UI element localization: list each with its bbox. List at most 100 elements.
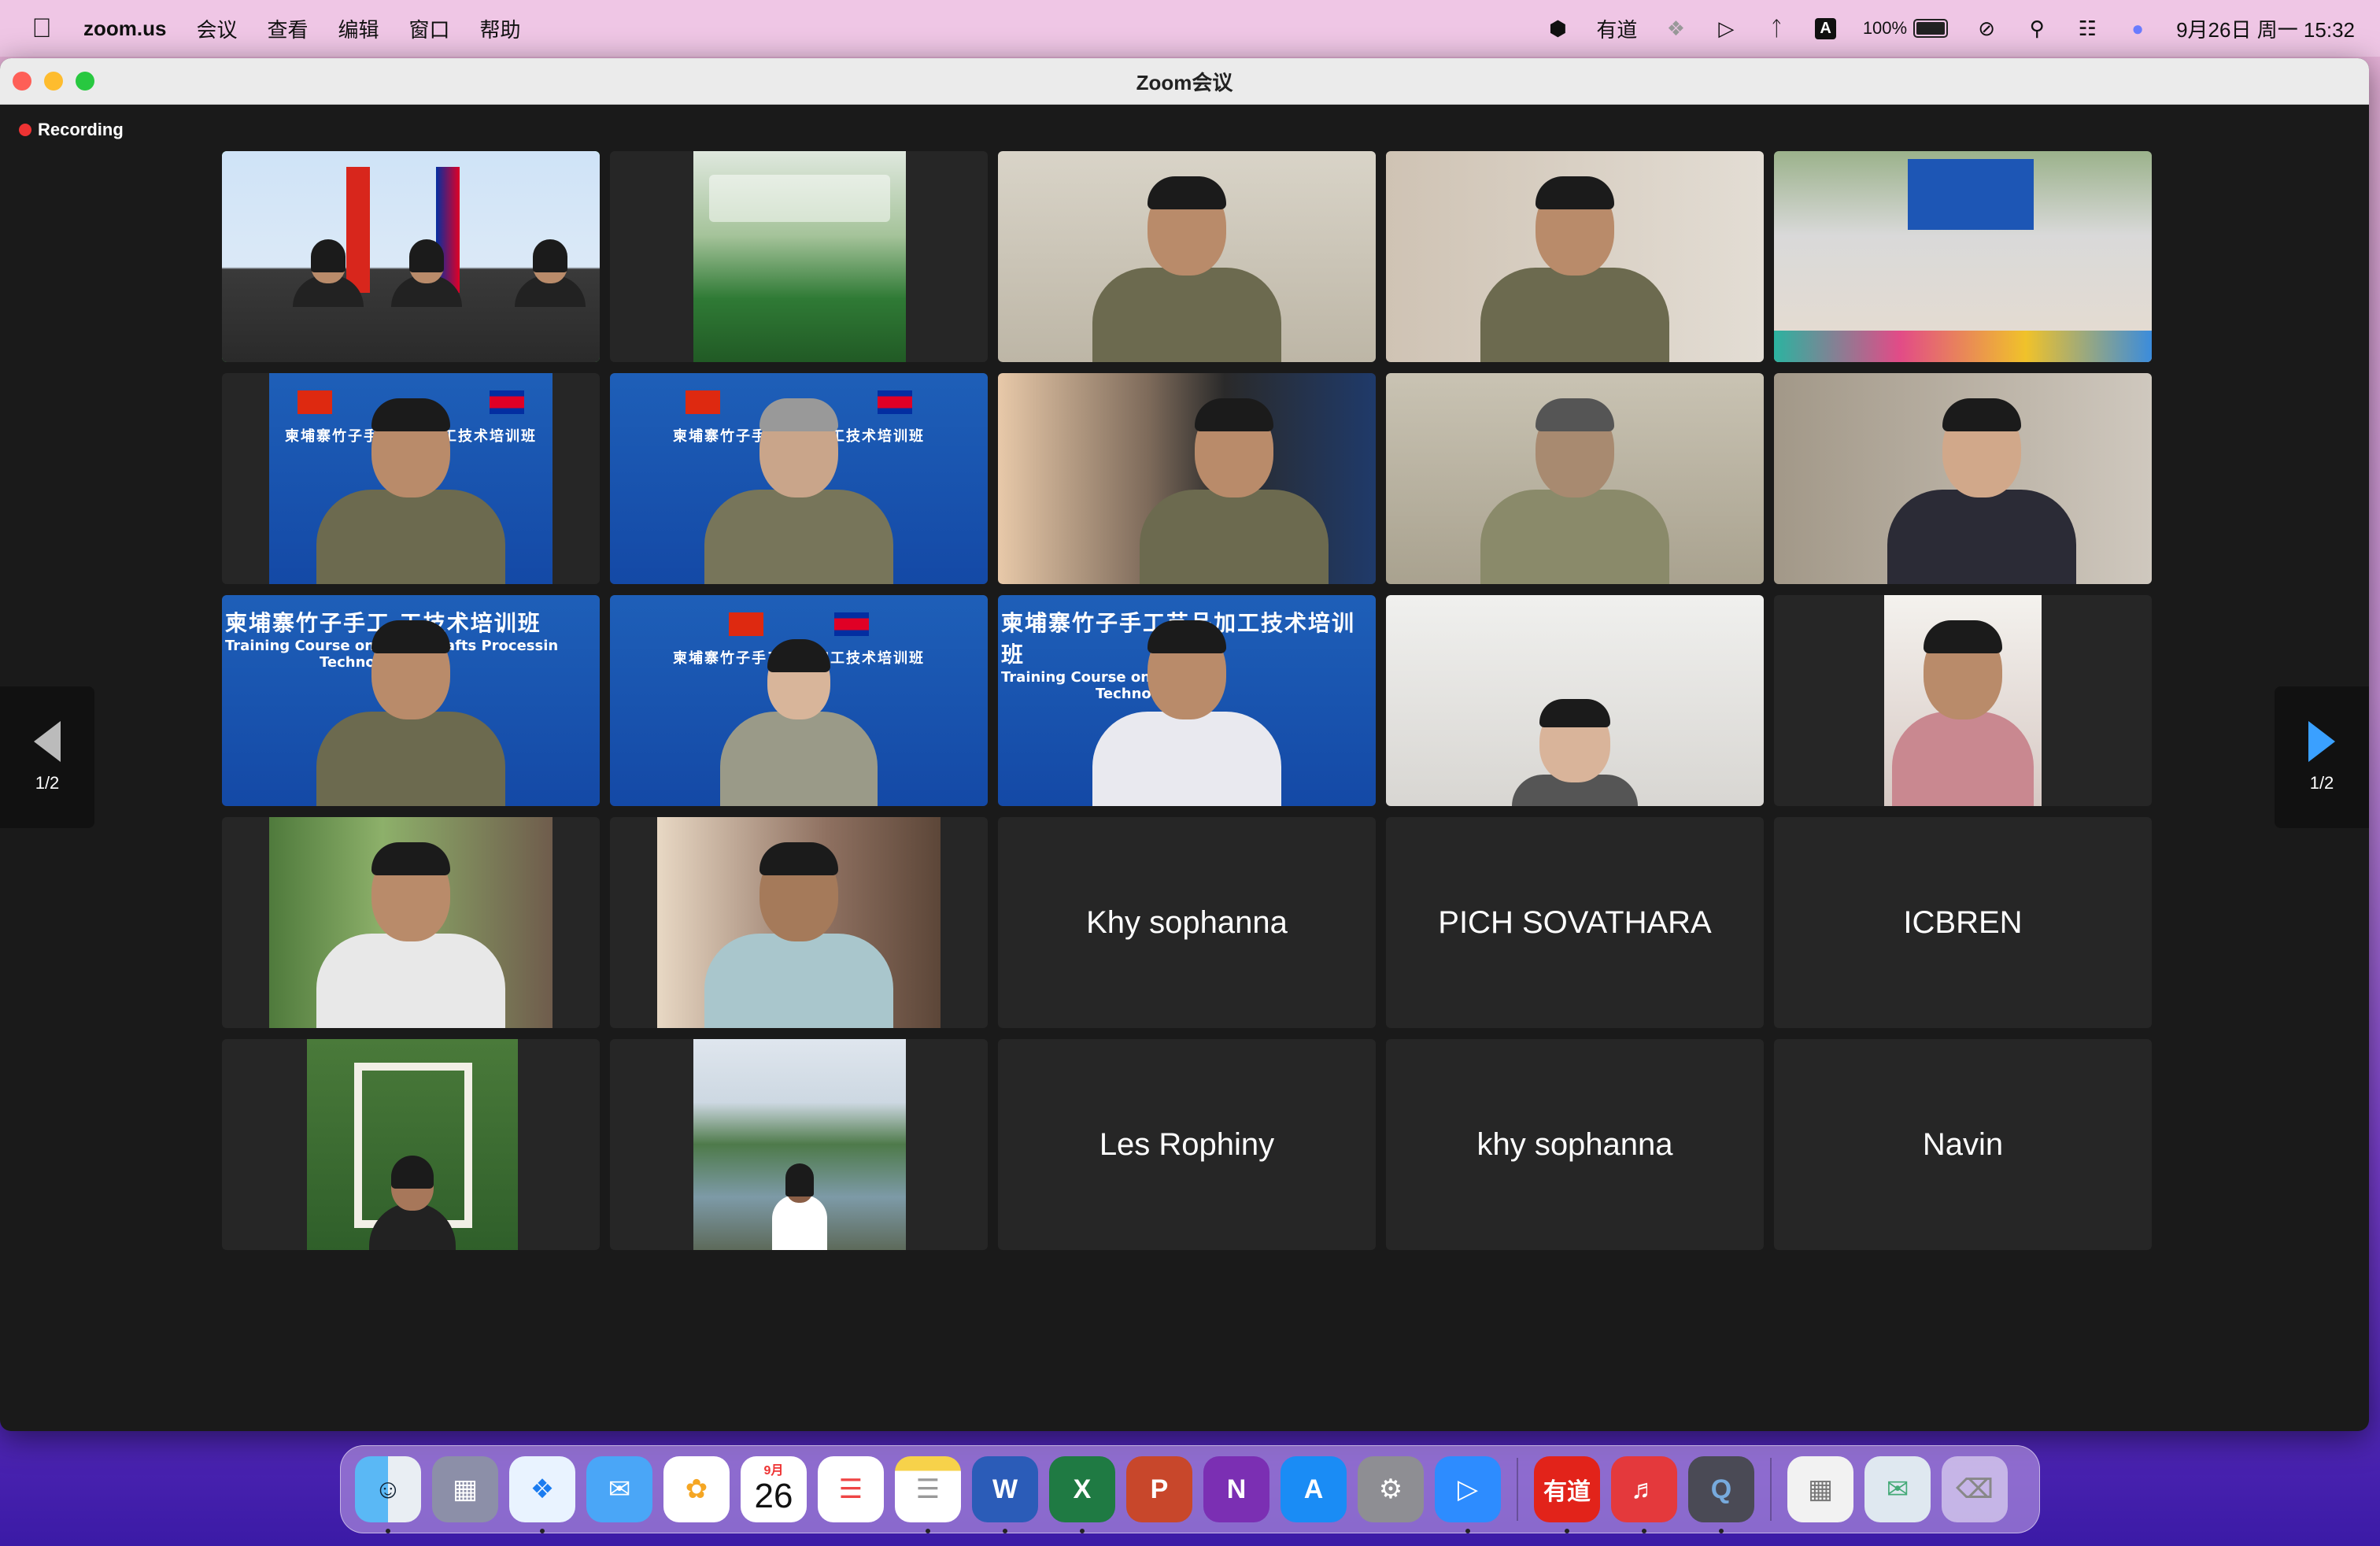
zoom-window-button[interactable] <box>76 72 94 91</box>
menu-meeting[interactable]: 会议 <box>196 14 237 43</box>
participant-tile[interactable]: 柬埔寨竹子手工艺品加工技术培训班 Training Course on Bamb… <box>998 595 1376 806</box>
participant-tile[interactable] <box>610 817 988 1028</box>
participant-tile[interactable]: 柬埔寨竹子手工艺品加工技术培训班 <box>610 595 988 806</box>
menu-bar:  zoom.us 会议 查看 编辑 窗口 帮助 ⬢ 有道 ❖ ▷ ᛏ A 10… <box>0 0 2380 57</box>
participant-tile[interactable]: 柬埔寨竹子手工艺品加工技术培训班 <box>222 373 600 584</box>
document-stack-icon[interactable]: ▦ <box>1787 1456 1853 1522</box>
participant-tile[interactable] <box>1774 373 2152 584</box>
notes-icon[interactable]: ☰ <box>895 1456 961 1533</box>
youdao-icon[interactable]: 有道 <box>1534 1456 1600 1533</box>
youdao-menubar-item[interactable]: 有道 <box>1596 16 1637 42</box>
window-title: Zoom会议 <box>1136 70 1233 94</box>
participant-tile[interactable]: ICBREN <box>1774 817 2152 1028</box>
close-window-button[interactable] <box>13 72 31 91</box>
menu-view[interactable]: 查看 <box>267 14 308 43</box>
app-store-icon[interactable]: A <box>1281 1456 1347 1522</box>
shield-icon[interactable]: ⬢ <box>1546 16 1569 41</box>
participant-tile[interactable] <box>222 817 600 1028</box>
participant-tile[interactable] <box>998 373 1376 584</box>
siri-icon[interactable]: ● <box>2126 16 2149 41</box>
participant-name: PICH SOVATHARA <box>1438 904 1712 940</box>
participant-tile[interactable]: Les Rophiny <box>998 1039 1376 1250</box>
mail-icon[interactable]: ✉ <box>586 1456 652 1522</box>
youdao-label: 有道 <box>1543 1479 1591 1505</box>
excel-icon[interactable]: X <box>1049 1456 1115 1533</box>
menu-edit[interactable]: 编辑 <box>338 14 379 43</box>
launchpad-icon[interactable]: ▦ <box>432 1456 498 1522</box>
recording-indicator[interactable]: Recording <box>19 120 124 140</box>
reminders-icon[interactable]: ☰ <box>818 1456 884 1522</box>
wifi-off-icon[interactable]: ⊘ <box>1975 16 1998 41</box>
video-feed <box>307 1039 518 1250</box>
participant-tile[interactable]: PICH SOVATHARA <box>1386 817 1764 1028</box>
fabric-display <box>1774 331 2152 362</box>
video-feed <box>269 817 552 1028</box>
participant-tile[interactable]: khy sophanna <box>1386 1039 1764 1250</box>
zoom-icon[interactable]: ▷ <box>1435 1456 1501 1533</box>
participant-tile[interactable]: Navin <box>1774 1039 2152 1250</box>
participant-tile[interactable] <box>1774 595 2152 806</box>
trash-icon[interactable]: ⌫ <box>1942 1456 2008 1522</box>
page-indicator-right: 1/2 <box>2309 773 2334 793</box>
control-center-icon[interactable]: ☷ <box>2075 16 2099 41</box>
apple-menu-icon[interactable]:  <box>30 13 54 43</box>
video-feed-forest <box>693 151 906 362</box>
safari-icon[interactable]: ❖ <box>509 1456 575 1533</box>
airdrop-icon[interactable]: ❖ <box>1664 16 1687 41</box>
participant-tile[interactable]: 柬埔寨竹子手工艺品加工技术培训班 <box>610 373 988 584</box>
video-feed: 柬埔寨竹子手工 工技术培训班 Training Course on B andi… <box>222 595 600 806</box>
dock: ☺ ▦ ❖ ✉ ✿ 9月 26 ☰ ☰ W X P N A ⚙ ▷ 有道 ♬ Q… <box>340 1445 2040 1533</box>
participant-name: ICBREN <box>1903 904 2023 940</box>
participant-tile[interactable] <box>610 1039 988 1250</box>
menu-clock[interactable]: 9月26日 周一 15:32 <box>2176 14 2355 43</box>
system-preferences-icon[interactable]: ⚙ <box>1358 1456 1424 1522</box>
photos-icon[interactable]: ✿ <box>663 1456 730 1522</box>
dock-separator <box>1770 1458 1772 1521</box>
video-feed <box>998 373 1376 584</box>
word-icon[interactable]: W <box>972 1456 1038 1533</box>
dock-separator <box>1517 1458 1518 1521</box>
minimize-window-button[interactable] <box>44 72 63 91</box>
video-feed: 柬埔寨竹子手工艺品加工技术培训班 <box>610 595 988 806</box>
preview-doc-icon[interactable]: ✉ <box>1864 1456 1931 1522</box>
netease-music-icon[interactable]: ♬ <box>1611 1456 1677 1533</box>
participant-tile[interactable] <box>998 151 1376 362</box>
flag-cn-icon <box>729 612 763 636</box>
powerpoint-icon[interactable]: P <box>1126 1456 1192 1522</box>
input-method-indicator[interactable]: A <box>1815 17 1836 39</box>
participant-tile[interactable] <box>222 1039 600 1250</box>
play-icon[interactable]: ▷ <box>1714 16 1738 41</box>
menu-window[interactable]: 窗口 <box>409 14 450 43</box>
participant-tile[interactable] <box>1386 151 1764 362</box>
menu-help[interactable]: 帮助 <box>480 14 521 43</box>
bluetooth-icon[interactable]: ᛏ <box>1765 16 1788 41</box>
participant-tile[interactable] <box>222 151 600 362</box>
participant-tile[interactable] <box>610 151 988 362</box>
battery-percent: 100% <box>1862 18 1908 38</box>
participant-tile[interactable] <box>1386 595 1764 806</box>
participant-tile[interactable] <box>1386 373 1764 584</box>
recording-dot-icon <box>19 124 31 136</box>
calendar-icon[interactable]: 9月 26 <box>741 1456 807 1522</box>
video-feed <box>1386 595 1764 806</box>
onenote-icon[interactable]: N <box>1203 1456 1269 1522</box>
finder-icon[interactable]: ☺ <box>355 1456 421 1533</box>
video-feed <box>1774 373 2152 584</box>
participant-name: Navin <box>1922 1126 2004 1162</box>
quicktime-icon[interactable]: Q <box>1688 1456 1754 1533</box>
screen-banner <box>1908 159 2034 230</box>
participant-tile[interactable] <box>1774 151 2152 362</box>
participant-tile[interactable]: Khy sophanna <box>998 817 1376 1028</box>
video-feed <box>998 151 1376 362</box>
search-icon[interactable]: ⚲ <box>2025 16 2049 41</box>
battery-icon[interactable] <box>1913 19 1949 38</box>
calendar-day: 26 <box>754 1477 793 1515</box>
participant-name: khy sophanna <box>1476 1126 1673 1162</box>
next-page-button[interactable]: 1/2 <box>2275 686 2369 828</box>
previous-page-button[interactable]: 1/2 <box>0 686 94 828</box>
arrow-right-icon <box>2308 721 2335 762</box>
participant-tile[interactable]: 柬埔寨竹子手工 工技术培训班 Training Course on B andi… <box>222 595 600 806</box>
video-feed: 柬埔寨竹子手工艺品加工技术培训班 <box>610 373 988 584</box>
menu-app-name[interactable]: zoom.us <box>83 17 166 41</box>
video-feed <box>1386 373 1764 584</box>
